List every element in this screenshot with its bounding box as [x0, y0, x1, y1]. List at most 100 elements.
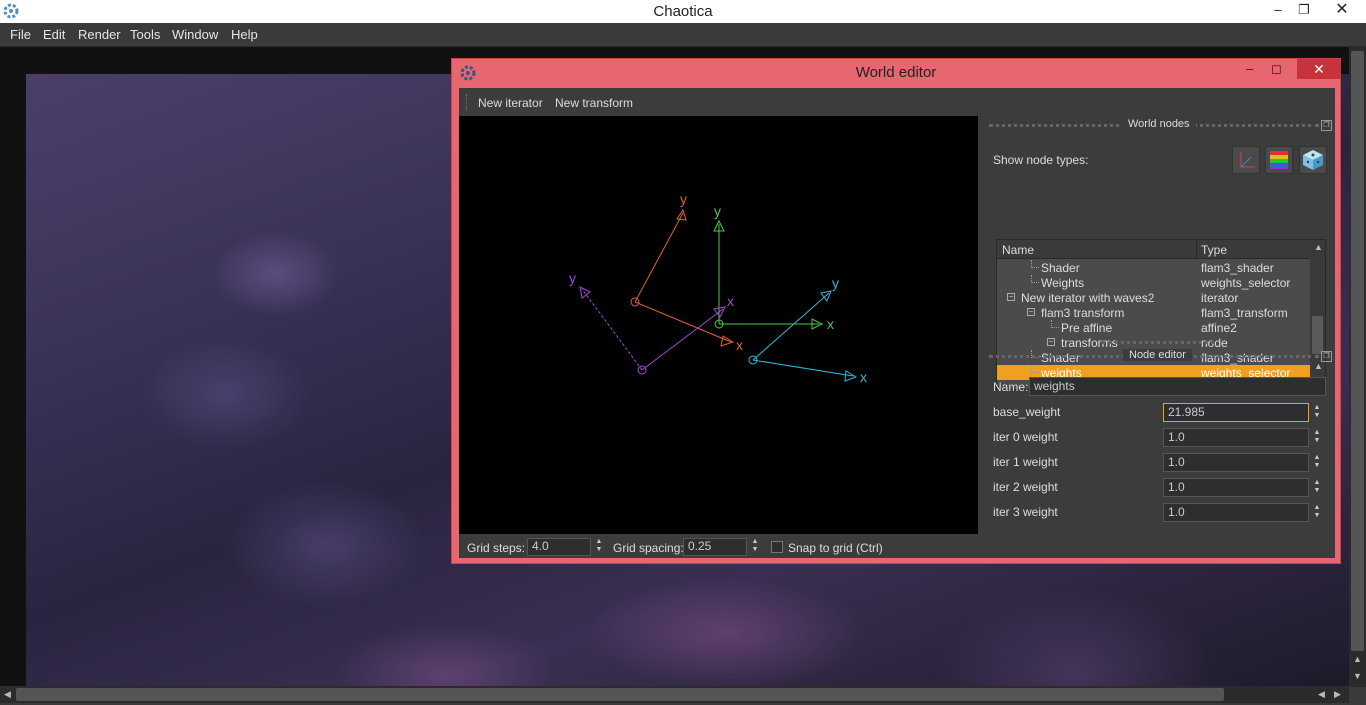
xform-orange[interactable]: y x	[630, 191, 743, 353]
render-horizontal-scrollbar[interactable]: ◀ ◀ ▶	[0, 686, 1349, 703]
param-spinner[interactable]: ▲ ▼	[1311, 404, 1323, 422]
snap-to-grid-checkbox[interactable]	[771, 541, 783, 553]
node-type: flam3_transform	[1201, 306, 1288, 320]
node-name: Weights	[1041, 276, 1085, 290]
param-input[interactable]: 1.0	[1163, 503, 1309, 522]
tree-branch-line	[1051, 320, 1059, 328]
param-label: iter 1 weight	[993, 455, 1058, 469]
grid-spacing-input[interactable]: 0.25	[683, 538, 747, 556]
scroll-left-icon[interactable]: ◀	[4, 689, 11, 700]
grid-spacing-label: Grid spacing:	[613, 541, 684, 555]
tree-row[interactable]: Shader flam3_shader	[997, 260, 1310, 275]
tree-branch-line	[1031, 260, 1039, 268]
scrollbar-thumb[interactable]	[1312, 316, 1323, 354]
param-label: iter 3 weight	[993, 505, 1058, 519]
gradient-icon[interactable]	[1265, 146, 1293, 174]
node-type: iterator	[1201, 291, 1239, 305]
close-button[interactable]: ✕	[1297, 59, 1341, 79]
undock-icon[interactable]: ❐	[1321, 120, 1332, 131]
toolbar-grip[interactable]	[466, 94, 469, 110]
xform-cyan-x-label: x	[860, 369, 867, 385]
close-button[interactable]: ✕	[1320, 0, 1364, 22]
dice-icon[interactable]	[1299, 146, 1327, 174]
show-node-types-label: Show node types:	[993, 153, 1089, 167]
world-nodes-dock-header: World nodes	[989, 118, 1319, 138]
xform-purple-y-label: y	[569, 270, 576, 286]
tree-row[interactable]: − flam3 transform flam3_transform	[997, 305, 1310, 320]
scroll-down-icon[interactable]: ▼	[1353, 671, 1362, 681]
grid-steps-label: Grid steps:	[467, 541, 526, 555]
menu-bar: File Edit Render Tools Window Help	[0, 23, 1366, 47]
menu-render[interactable]: Render	[78, 27, 121, 42]
render-view-border-left	[0, 47, 26, 687]
world-editor-body: New iterator New transform y x y x y x y…	[459, 88, 1335, 558]
param-input[interactable]: 1.0	[1163, 453, 1309, 472]
tree-row[interactable]: − New iterator with waves2 iterator	[997, 290, 1310, 305]
snap-to-grid-label: Snap to grid (Ctrl)	[788, 541, 883, 555]
param-input[interactable]: 21.985	[1163, 403, 1309, 422]
affine-axes-icon[interactable]	[1232, 146, 1260, 174]
render-vertical-scrollbar[interactable]: ▲ ▼	[1349, 47, 1366, 687]
new-iterator-button[interactable]: New iterator	[478, 96, 543, 110]
menu-help[interactable]: Help	[231, 27, 258, 42]
node-name: New iterator with waves2	[1021, 291, 1155, 305]
menu-file[interactable]: File	[10, 27, 31, 42]
dock-splitter[interactable]	[1102, 341, 1214, 344]
grid-steps-spinner[interactable]: ▲ ▼	[593, 538, 605, 556]
param-label: base_weight	[993, 405, 1061, 419]
maximize-button[interactable]: ◻	[1271, 61, 1282, 77]
undock-icon[interactable]: ❐	[1321, 351, 1332, 362]
tree-row[interactable]: Weights weights_selector	[997, 275, 1310, 290]
transform-editor-svg[interactable]: y x y x y x y x	[459, 116, 978, 534]
expander-icon[interactable]: −	[1007, 293, 1015, 301]
column-name-header[interactable]: Name	[1002, 243, 1034, 257]
scroll-up-icon[interactable]: ▲	[1353, 654, 1362, 664]
node-name: flam3 transform	[1041, 306, 1125, 320]
xform-cyan[interactable]: y x	[748, 275, 867, 385]
menu-tools[interactable]: Tools	[130, 27, 160, 42]
scroll-left-icon[interactable]: ◀	[1318, 689, 1325, 700]
transform-editor-canvas[interactable]: y x y x y x y x	[459, 116, 978, 534]
xform-purple-x-label: x	[727, 293, 734, 309]
menu-edit[interactable]: Edit	[43, 27, 65, 42]
param-label: iter 2 weight	[993, 480, 1058, 494]
minimize-button[interactable]: –	[1246, 61, 1253, 76]
param-input[interactable]: 1.0	[1163, 478, 1309, 497]
node-editor-title: Node editor	[1123, 349, 1192, 361]
scroll-up-icon[interactable]: ▲	[1314, 242, 1323, 252]
param-spinner[interactable]: ▲ ▼	[1311, 429, 1323, 447]
world-editor-title: World editor	[855, 64, 937, 81]
tree-row[interactable]: Pre affine affine2	[997, 320, 1310, 335]
restore-button[interactable]: ❐	[1292, 0, 1316, 22]
column-type-header[interactable]: Type	[1201, 243, 1227, 257]
param-input[interactable]: 1.0	[1163, 428, 1309, 447]
xform-green[interactable]: y x	[713, 203, 834, 332]
expander-icon[interactable]: −	[1047, 338, 1055, 346]
new-transform-button[interactable]: New transform	[555, 96, 633, 110]
grid-settings-bar: Grid steps: 4.0 ▲ ▼ Grid spacing: 0.25 ▲ ▼…	[459, 537, 978, 558]
node-type: affine2	[1201, 321, 1237, 335]
scrollbar-thumb[interactable]	[1351, 51, 1364, 651]
param-spinner[interactable]: ▲ ▼	[1311, 479, 1323, 497]
tree-branch-line	[1031, 275, 1039, 283]
param-spinner[interactable]: ▲ ▼	[1311, 454, 1323, 472]
xform-cyan-y-label: y	[832, 275, 839, 291]
xform-purple[interactable]: y x	[569, 270, 734, 375]
world-editor-window: World editor – ◻ ✕ New iterator New tran…	[451, 58, 1341, 564]
minimize-button[interactable]: –	[1266, 0, 1290, 22]
expander-icon[interactable]: −	[1027, 308, 1035, 316]
scroll-right-icon[interactable]: ▶	[1334, 689, 1341, 700]
param-label: iter 0 weight	[993, 430, 1058, 444]
node-editor-dock-header: Node editor	[989, 349, 1319, 369]
xform-orange-x-label: x	[736, 337, 743, 353]
grid-spacing-spinner[interactable]: ▲ ▼	[749, 538, 761, 556]
node-name-input[interactable]: weights	[1029, 377, 1326, 396]
xform-green-y-label: y	[714, 203, 721, 219]
node-type: flam3_shader	[1201, 261, 1274, 275]
tree-header: Name Type	[997, 240, 1310, 259]
menu-window[interactable]: Window	[172, 27, 218, 42]
scrollbar-thumb[interactable]	[16, 688, 1224, 701]
grid-steps-input[interactable]: 4.0	[527, 538, 591, 556]
node-name: Pre affine	[1061, 321, 1113, 335]
param-spinner[interactable]: ▲ ▼	[1311, 504, 1323, 522]
